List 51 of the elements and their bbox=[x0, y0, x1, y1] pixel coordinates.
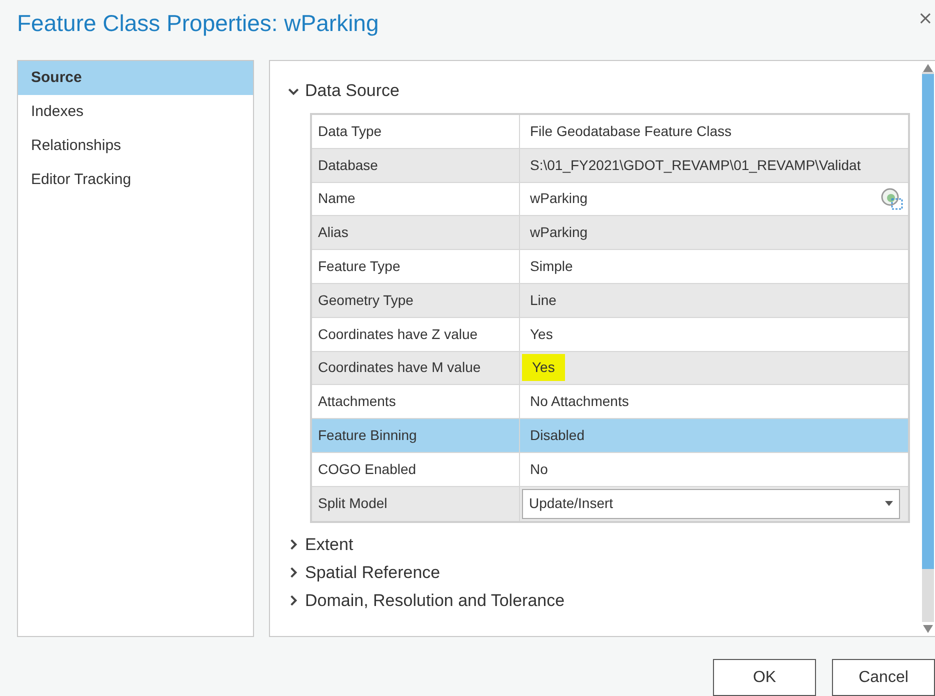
table-cell: COGO Enabled bbox=[312, 452, 520, 486]
table-cell: Attachments bbox=[312, 385, 520, 418]
table-cell: Data Type bbox=[312, 115, 520, 148]
table-cell-text: No Attachments bbox=[530, 392, 629, 412]
table-row[interactable]: Feature Binning Disabled bbox=[312, 419, 908, 453]
table-cell-text: Yes bbox=[530, 324, 553, 344]
table-cell-text: Disabled bbox=[530, 426, 584, 446]
split-model-dropdown[interactable]: Update/Insert bbox=[522, 488, 900, 519]
section-heading[interactable]: Data Source bbox=[305, 77, 400, 105]
table-cell: Split Model bbox=[312, 486, 520, 521]
table-row[interactable]: Coordinates have M value Yes bbox=[312, 352, 908, 386]
scroll-down-icon[interactable] bbox=[922, 625, 932, 633]
chevron-right-icon[interactable] bbox=[288, 567, 299, 578]
window-title: Feature Class Properties: wParking bbox=[17, 9, 379, 38]
table-cell-text: File Geodatabase Feature Class bbox=[530, 122, 732, 141]
chevron-down-icon[interactable] bbox=[288, 86, 299, 96]
table-cell: Database bbox=[312, 148, 520, 182]
table-cell-text: wParking bbox=[530, 189, 588, 208]
table-cell: Alias bbox=[312, 216, 520, 250]
cancel-button[interactable]: Cancel bbox=[832, 659, 935, 696]
table-row[interactable]: Alias wParking bbox=[312, 216, 908, 250]
table-row[interactable]: Database S:\01_FY2021\GDOT_REVAMP\01_REVAMP\Validat bbox=[312, 148, 908, 183]
chevron-right-icon[interactable] bbox=[288, 595, 299, 606]
table-cell: Yes bbox=[522, 354, 565, 382]
table-row[interactable]: Split Model Update/Insert bbox=[312, 486, 908, 521]
scroll-bar[interactable] bbox=[920, 61, 935, 636]
globe-icon[interactable] bbox=[880, 186, 904, 211]
table-cell: Coordinates have M value bbox=[312, 352, 520, 384]
table-cell: Feature Binning bbox=[312, 419, 520, 452]
section-heading[interactable]: Domain, Resolution and Tolerance bbox=[305, 586, 565, 615]
table-cell-text: S:\01_FY2021\GDOT_REVAMP\01_REVAMP\Validat bbox=[530, 156, 861, 175]
table-cell-text: Line bbox=[530, 290, 556, 310]
sidebar-item[interactable]: Relationships bbox=[18, 129, 253, 163]
close-button[interactable]: × bbox=[918, 6, 935, 28]
table-cell: Feature Type bbox=[312, 250, 520, 283]
table-cell-text: No bbox=[530, 460, 548, 479]
sidebar-item[interactable]: Editor Tracking bbox=[18, 163, 253, 197]
table-row[interactable]: Geometry Type Line bbox=[312, 284, 908, 318]
ok-button[interactable]: OK bbox=[713, 659, 816, 696]
caret-icon bbox=[885, 501, 893, 506]
table-cell: Name bbox=[312, 182, 520, 216]
section-heading[interactable]: Spatial Reference bbox=[305, 558, 440, 587]
table-cell: Geometry Type bbox=[312, 284, 520, 317]
table-cell-text: Simple bbox=[530, 257, 573, 276]
table-cell: Coordinates have Z value bbox=[312, 318, 520, 351]
scroll-thumb[interactable] bbox=[922, 74, 934, 569]
section-heading[interactable]: Extent bbox=[305, 530, 354, 559]
sidebar-item[interactable]: Source bbox=[18, 61, 253, 95]
sidebar-item[interactable]: Indexes bbox=[18, 95, 253, 129]
chevron-right-icon[interactable] bbox=[288, 539, 299, 550]
table-cell-text: wParking bbox=[530, 223, 588, 242]
